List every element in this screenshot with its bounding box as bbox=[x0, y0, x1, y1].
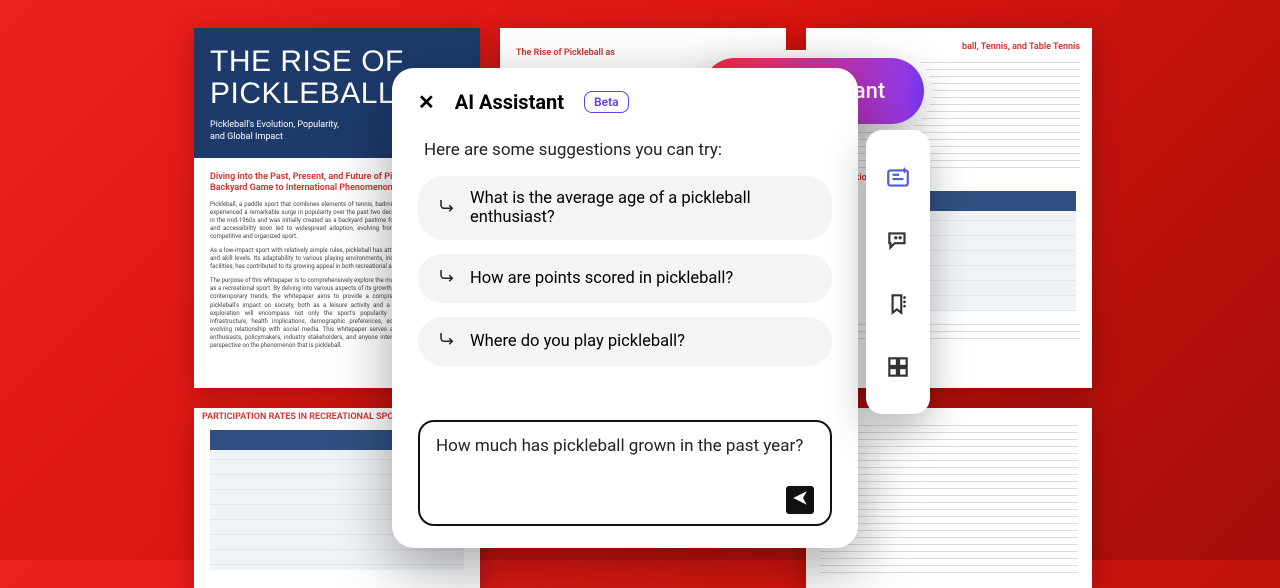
send-icon bbox=[791, 489, 809, 511]
suggestions-intro: Here are some suggestions you can try: bbox=[424, 140, 826, 160]
reply-arrow-icon bbox=[438, 197, 456, 220]
beta-badge: Beta bbox=[584, 91, 629, 113]
suggestion-item[interactable]: How are points scored in pickleball? bbox=[418, 254, 832, 303]
suggestion-item[interactable]: What is the average age of a pickleball … bbox=[418, 176, 832, 240]
chat-input-text: How much has pickleball grown in the pas… bbox=[436, 436, 814, 486]
grid-icon[interactable] bbox=[883, 352, 913, 382]
suggestion-text: What is the average age of a pickleball … bbox=[470, 189, 812, 227]
summary-card-icon[interactable] bbox=[883, 163, 913, 193]
doc-body-text bbox=[820, 422, 1078, 574]
reply-arrow-icon bbox=[438, 267, 456, 290]
bookmark-icon[interactable] bbox=[883, 289, 913, 319]
tool-rail bbox=[866, 130, 930, 414]
suggestion-text: Where do you play pickleball? bbox=[470, 332, 685, 351]
send-button[interactable] bbox=[786, 486, 814, 514]
doc-subtitle: Pickleball's Evolution, Popularity, and … bbox=[210, 119, 340, 143]
close-icon[interactable]: ✕ bbox=[418, 90, 435, 114]
doc-right-heading: ball, Tennis, and Table Tennis bbox=[818, 42, 1080, 53]
suggestion-text: How are points scored in pickleball? bbox=[470, 269, 733, 288]
chat-input[interactable]: How much has pickleball grown in the pas… bbox=[418, 420, 832, 526]
chat-icon[interactable] bbox=[883, 226, 913, 256]
suggestion-item[interactable]: Where do you play pickleball? bbox=[418, 317, 832, 366]
reply-arrow-icon bbox=[438, 330, 456, 353]
panel-title: AI Assistant bbox=[455, 90, 564, 114]
assistant-panel: ✕ AI Assistant Beta Here are some sugges… bbox=[392, 68, 858, 548]
